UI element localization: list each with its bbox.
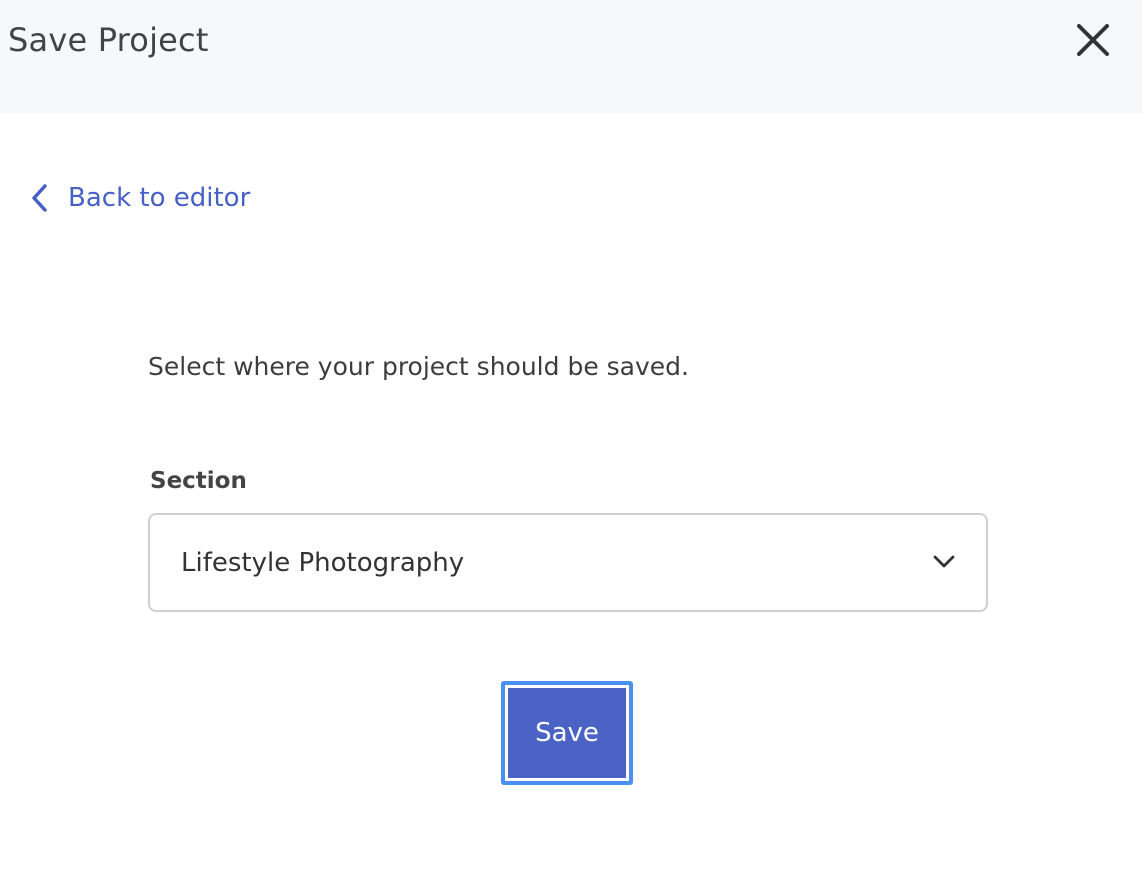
intro-text: Select where your project should be save… [148, 352, 689, 381]
section-select[interactable]: Lifestyle Photography [148, 513, 988, 612]
close-icon [1077, 24, 1109, 56]
close-button[interactable] [1070, 17, 1116, 63]
chevron-left-icon [30, 178, 54, 218]
chevron-down-icon [933, 555, 955, 568]
section-label: Section [150, 468, 247, 494]
dialog-title: Save Project [8, 21, 209, 59]
back-link-label: Back to editor [68, 183, 251, 213]
save-button[interactable]: Save [508, 688, 626, 778]
save-project-dialog: Save Project Back to editor Select where… [0, 0, 1142, 886]
section-selected-value: Lifestyle Photography [181, 548, 465, 578]
back-to-editor-link[interactable]: Back to editor [30, 178, 250, 218]
dialog-header: Save Project [0, 0, 1142, 113]
